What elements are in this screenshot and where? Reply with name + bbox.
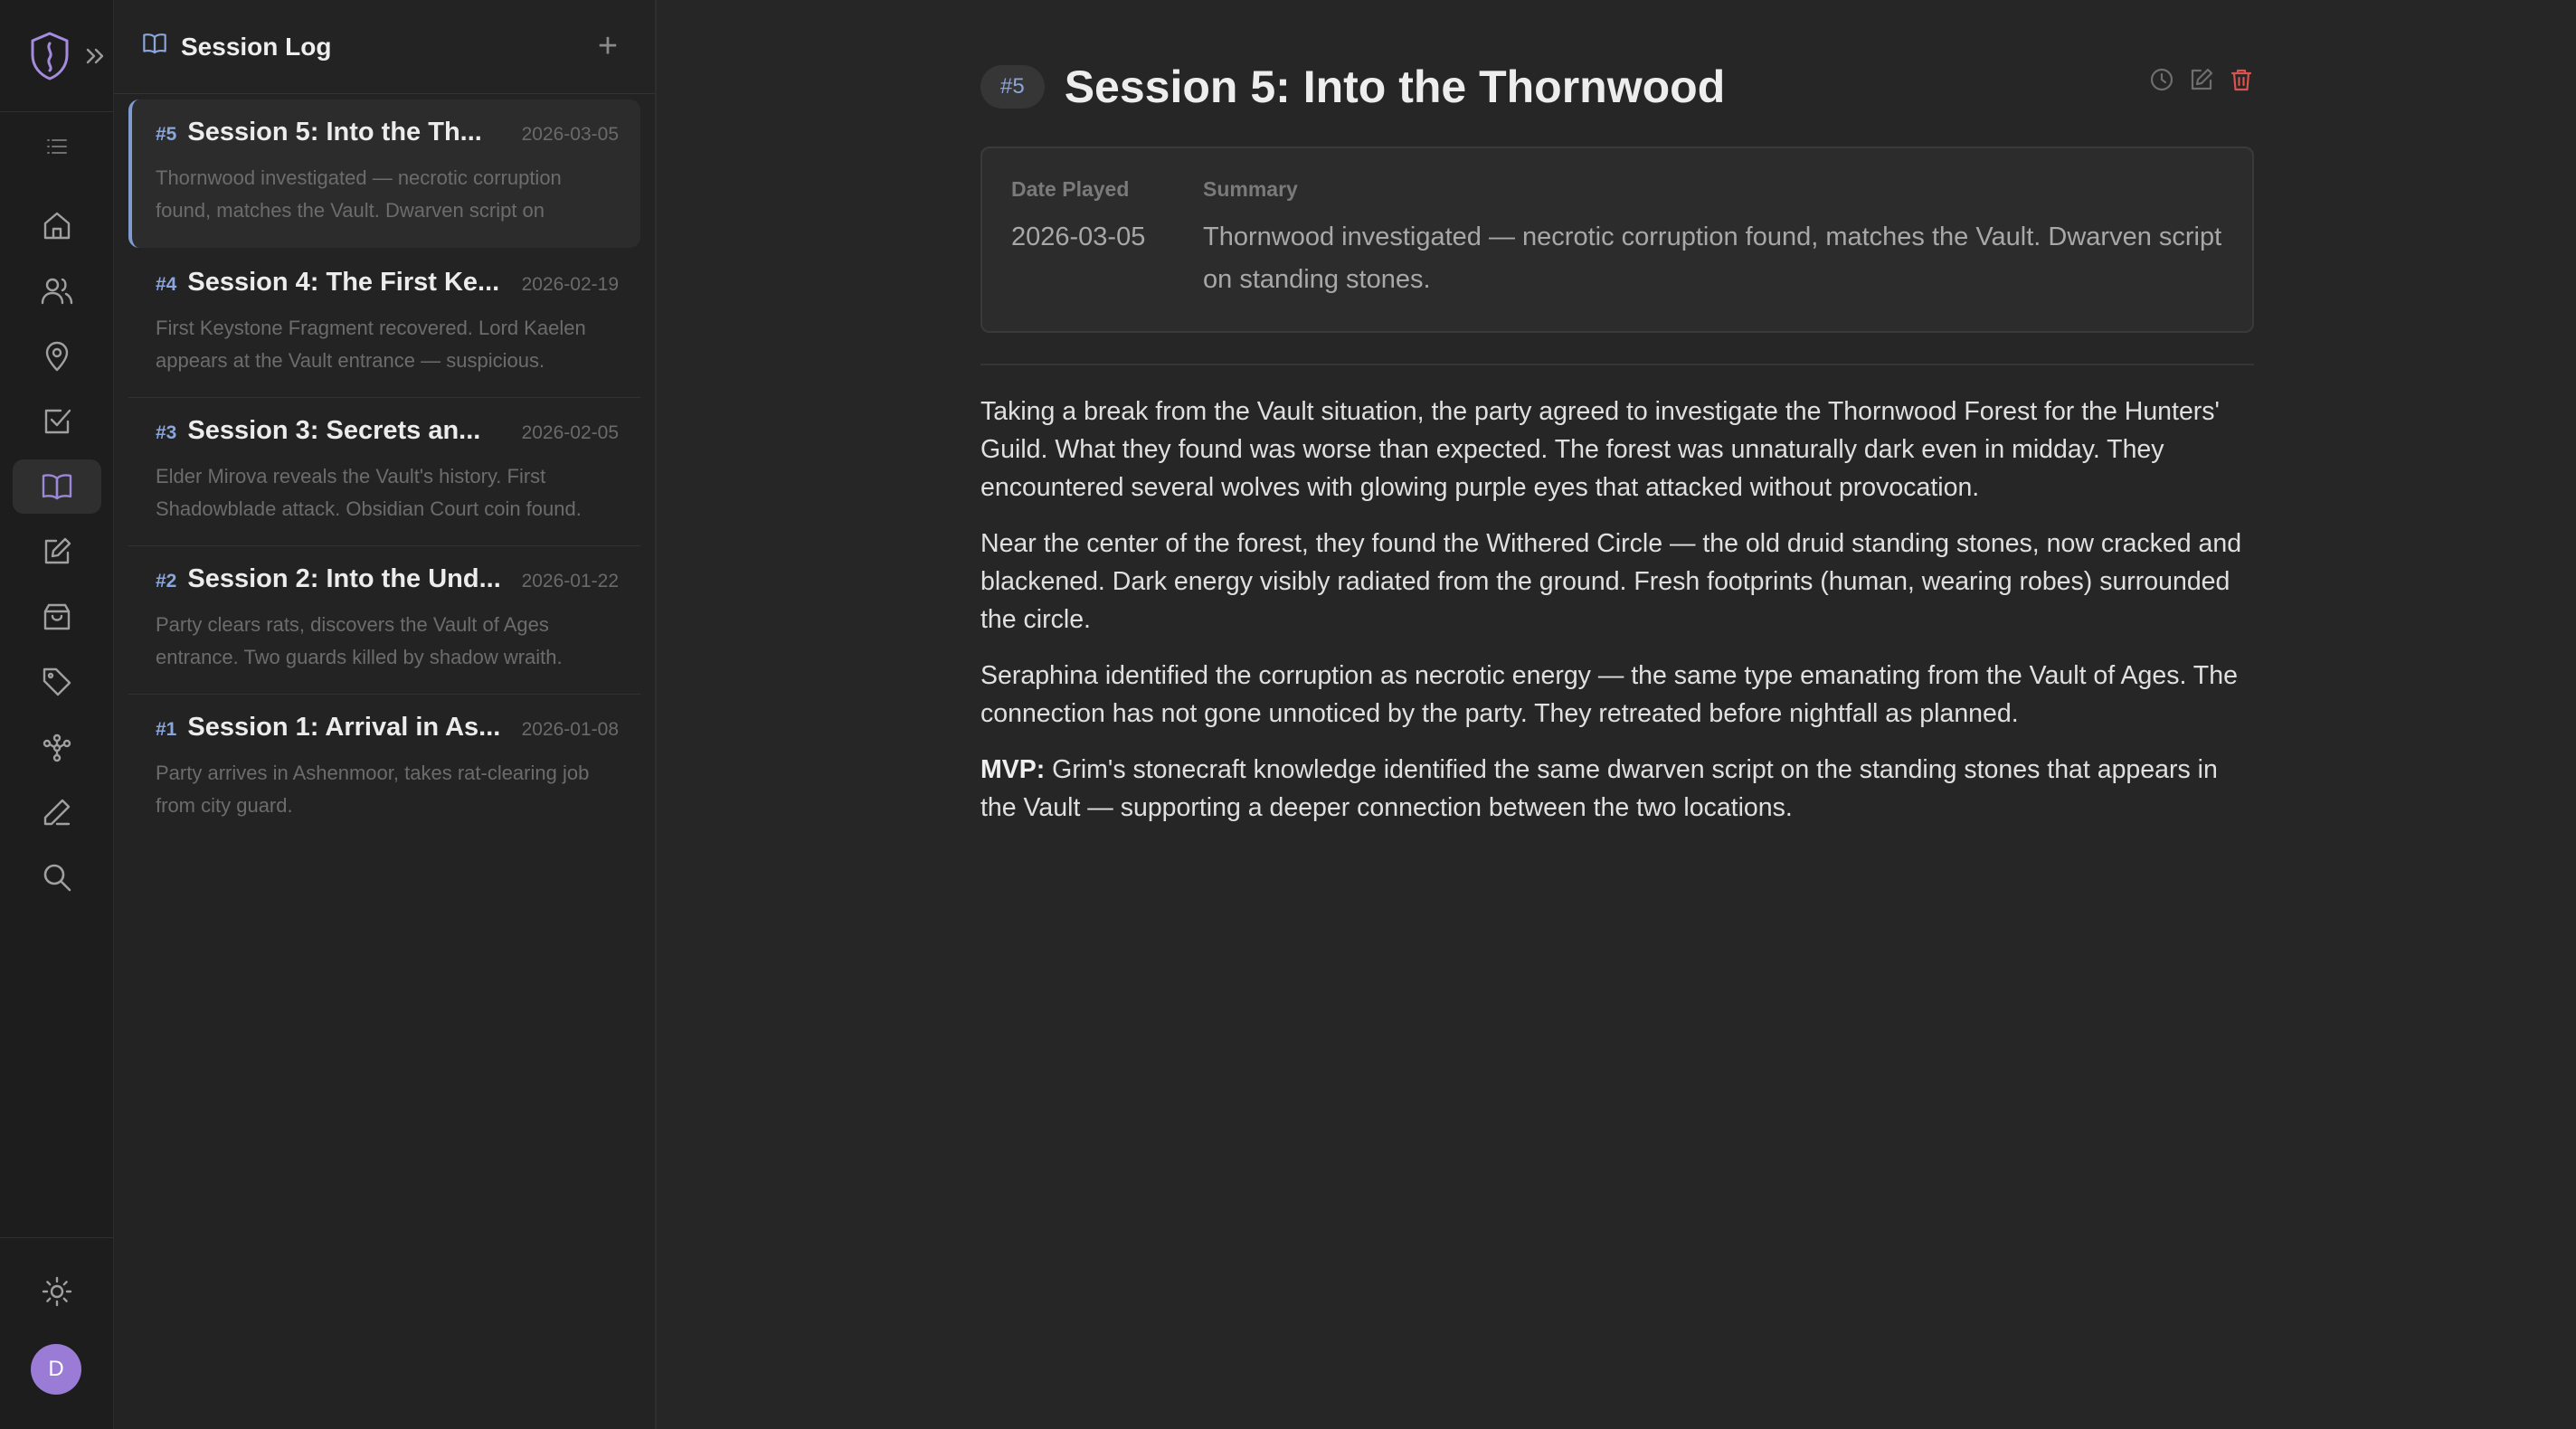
add-session-button[interactable]: + (590, 27, 626, 65)
date-played-label: Date Played (1011, 177, 1130, 201)
trash-icon[interactable] (2229, 67, 2254, 97)
mvp-text: Grim's stonecraft knowledge identified t… (980, 755, 2218, 822)
page-title: Session 5: Into the Thornwood (1064, 62, 1726, 112)
date-played-field: Date Played 2026-03-05 (1011, 177, 1203, 331)
date-played-value: 2026-03-05 (1011, 222, 1146, 251)
session-item-4[interactable]: #4 Session 4: The First Ke... 2026-02-19… (128, 250, 640, 398)
icon-rail: D (0, 0, 114, 1429)
session-list-panel: Session Log + #5 Session 5: Into the Th.… (114, 0, 657, 1429)
avatar[interactable]: D (31, 1344, 81, 1395)
users-icon[interactable] (13, 264, 101, 318)
plus-icon: + (597, 27, 619, 65)
mvp-label: MVP: (980, 755, 1046, 784)
summary-field: Summary Thornwood investigated — necroti… (1203, 177, 2223, 331)
session-date: 2026-02-05 (521, 422, 619, 443)
session-meta-card: Date Played 2026-03-05 Summary Thornwood… (980, 147, 2254, 333)
tag-icon[interactable] (13, 655, 101, 709)
panel-header: Session Log + (114, 0, 655, 94)
session-title: Session 2: Into the Und... (187, 564, 501, 593)
rail-header (0, 0, 113, 112)
session-item-1[interactable]: #1 Session 1: Arrival in As... 2026-01-0… (128, 695, 640, 843)
session-title: Session 1: Arrival in As... (187, 713, 501, 742)
session-title: Session 3: Secrets an... (187, 416, 481, 445)
notes-icon[interactable] (13, 525, 101, 579)
app: D Session Log + #5 Session 5: Into the T… (0, 0, 2576, 1429)
notes-paragraph: Taking a break from the Vault situation,… (980, 397, 2220, 502)
session-number: #3 (156, 422, 177, 443)
session-summary: First Keystone Fragment recovered. Lord … (156, 317, 586, 372)
session-number: #1 (156, 719, 177, 740)
checklist-icon[interactable] (13, 394, 101, 449)
list-icon[interactable] (13, 119, 101, 174)
mvp-paragraph: MVP: Grim's stonecraft knowledge identif… (980, 751, 2254, 827)
session-date: 2026-01-08 (521, 719, 619, 740)
session-number: #2 (156, 571, 177, 591)
inventory-icon[interactable] (13, 590, 101, 644)
session-detail: #5 Session 5: Into the Thornwood Date Pl… (657, 0, 2576, 1429)
session-number: #5 (156, 124, 177, 145)
session-document: #5 Session 5: Into the Thornwood Date Pl… (980, 58, 2254, 845)
network-icon[interactable] (13, 720, 101, 774)
session-item-2[interactable]: #2 Session 2: Into the Und... 2026-01-22… (128, 546, 640, 695)
clock-icon[interactable] (2149, 67, 2174, 97)
session-list: #5 Session 5: Into the Th... 2026-03-05 … (114, 94, 655, 843)
session-summary: Thornwood investigated — necrotic corrup… (156, 166, 562, 222)
session-summary: Elder Mirova reveals the Vault's history… (156, 465, 582, 520)
expand-icon[interactable] (83, 44, 107, 68)
session-date: 2026-03-05 (521, 124, 619, 145)
summary-value: Thornwood investigated — necrotic corrup… (1203, 222, 2222, 294)
session-title: Session 5: Into the Th... (187, 118, 482, 147)
pen-icon[interactable] (13, 785, 101, 839)
session-summary: Party arrives in Ashenmoor, takes rat-cl… (156, 762, 590, 817)
session-date: 2026-01-22 (521, 571, 619, 591)
rail-divider (0, 1237, 113, 1238)
book-icon[interactable] (13, 459, 101, 514)
logo-icon[interactable] (29, 31, 71, 81)
session-summary: Party clears rats, discovers the Vault o… (156, 613, 563, 668)
session-number: #4 (156, 274, 177, 295)
panel-title: Session Log (141, 31, 590, 62)
session-item-3[interactable]: #3 Session 3: Secrets an... 2026-02-05 E… (128, 398, 640, 546)
panel-title-label: Session Log (181, 32, 332, 61)
search-icon[interactable] (13, 850, 101, 904)
location-icon[interactable] (13, 329, 101, 383)
session-notes: Taking a break from the Vault situation,… (980, 393, 2254, 827)
notes-paragraph: Near the center of the forest, they foun… (980, 529, 2242, 634)
book-icon (141, 31, 168, 62)
session-item-5[interactable]: #5 Session 5: Into the Th... 2026-03-05 … (128, 99, 640, 248)
detail-header: #5 Session 5: Into the Thornwood (980, 58, 2254, 116)
sun-icon[interactable] (13, 1264, 101, 1319)
divider (980, 364, 2254, 365)
home-icon[interactable] (13, 199, 101, 253)
session-number-badge: #5 (980, 65, 1045, 109)
detail-actions (2149, 67, 2254, 97)
summary-label: Summary (1203, 177, 1298, 201)
session-title: Session 4: The First Ke... (187, 268, 500, 297)
edit-icon[interactable] (2189, 67, 2214, 97)
notes-paragraph: Seraphina identified the corruption as n… (980, 661, 2238, 728)
session-date: 2026-02-19 (521, 274, 619, 295)
